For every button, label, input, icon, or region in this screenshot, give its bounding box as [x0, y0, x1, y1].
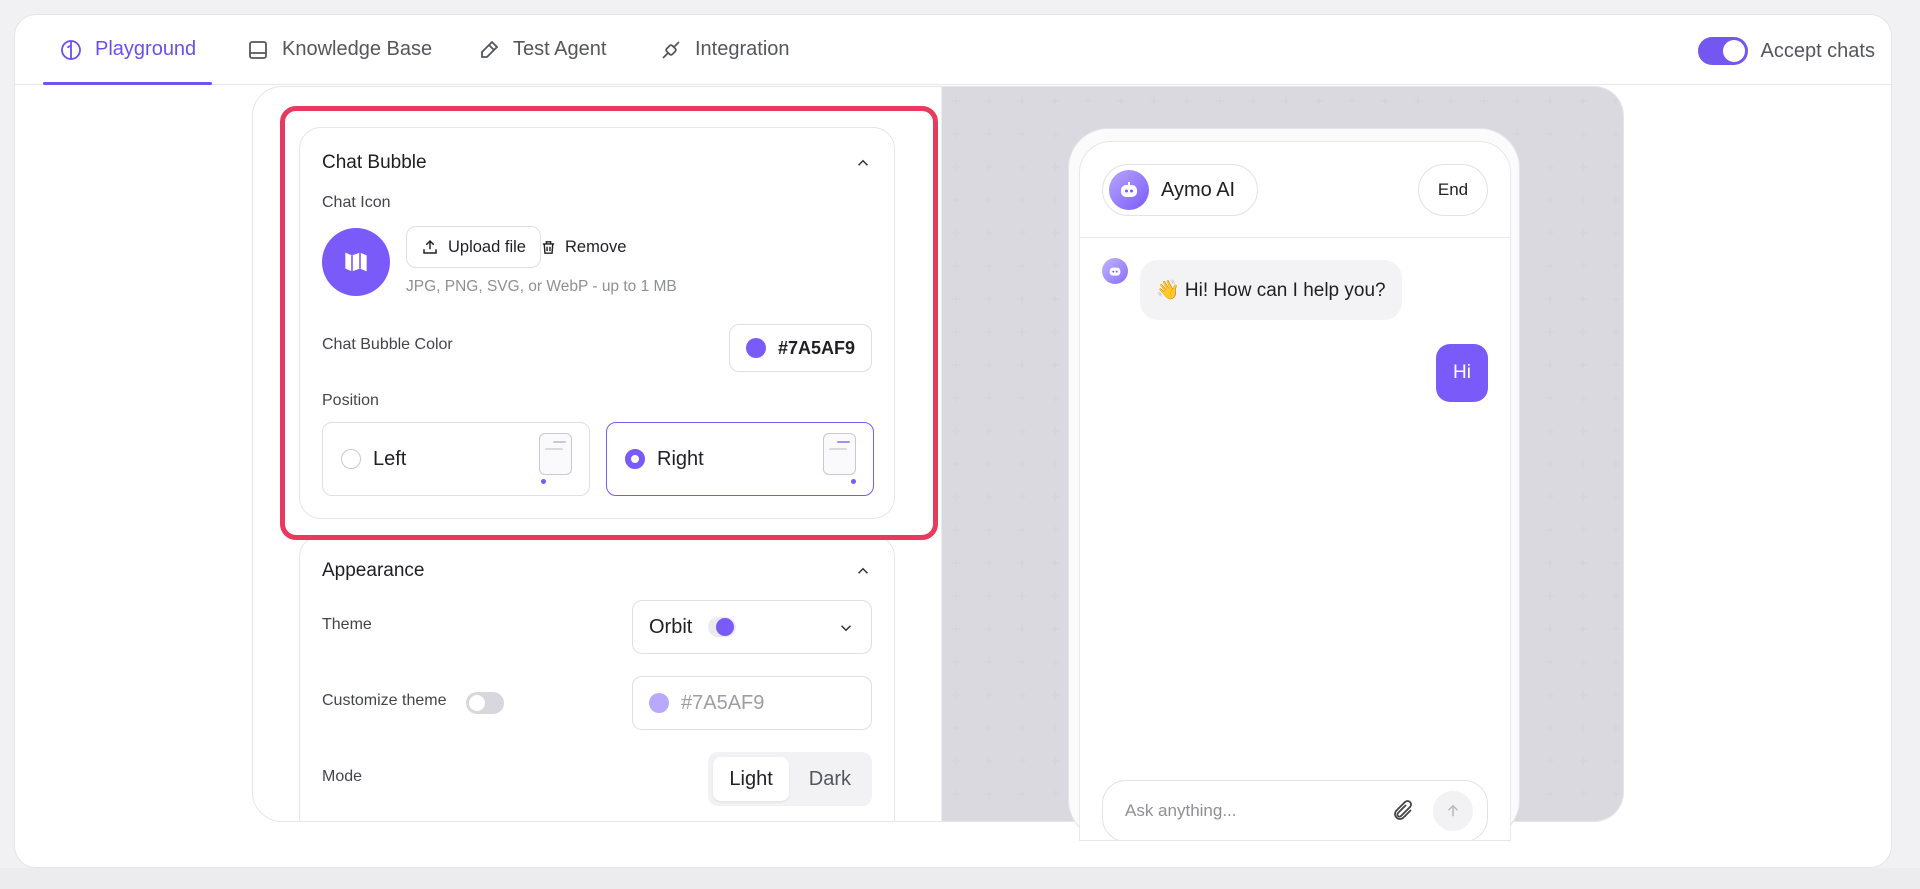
color-swatch [745, 338, 766, 358]
accept-chats-label: Accept chats [1760, 39, 1875, 62]
accept-chats: Accept chats [1698, 37, 1875, 65]
flag-icon [345, 252, 367, 272]
customize-theme-toggle[interactable] [466, 692, 504, 714]
theme-value: Orbit [649, 615, 693, 638]
chat-icon-preview [322, 228, 390, 296]
mode-label: Mode [322, 768, 363, 785]
left-layout-icon [539, 433, 572, 475]
position-right-option[interactable]: Right [606, 422, 874, 496]
chat-header: Aymo AI End [1080, 142, 1510, 238]
position-right-label: Right [657, 447, 704, 470]
settings-panel: Chat Bubble Chat Icon Upload file Remove… [253, 87, 941, 821]
agent-pill: Aymo AI [1102, 164, 1259, 216]
tab-knowledge-base[interactable]: Knowledge Base [246, 15, 432, 84]
paperclip-icon[interactable] [1391, 799, 1415, 823]
phone-preview: Aymo AI End 👋 Hi! How can I help you? Hi… [1068, 128, 1520, 841]
mode-switch: Light Dark [708, 752, 872, 806]
upload-hint: JPG, PNG, SVG, or WebP - up to 1 MB [406, 278, 677, 295]
arrow-up-icon [1447, 804, 1459, 817]
chat-icon-label: Chat Icon [322, 194, 391, 211]
right-dot-icon [851, 479, 856, 484]
mode-light[interactable]: Light [713, 757, 789, 801]
chat-bubble-card: Chat Bubble Chat Icon Upload file Remove… [299, 127, 895, 519]
chat-bubble-color-picker[interactable]: #7A5AF9 [728, 324, 872, 372]
position-left-option[interactable]: Left [322, 422, 590, 496]
tab-label: Integration [695, 38, 790, 60]
theme-color-dot [716, 618, 735, 636]
right-layout-icon [823, 433, 856, 475]
book-icon [249, 40, 267, 59]
chat-bubble-color-label: Chat Bubble Color [322, 336, 453, 353]
eraser-icon [481, 40, 499, 58]
position-left-label: Left [373, 447, 407, 470]
user-message: Hi [1436, 344, 1488, 402]
customize-color-swatch [649, 693, 669, 713]
radio-left[interactable] [341, 449, 361, 469]
remove-button[interactable]: Remove [540, 226, 626, 268]
upload-file-button[interactable]: Upload file [406, 226, 541, 268]
color-hex: #7A5AF9 [777, 337, 855, 358]
composer-placeholder: Ask anything... [1125, 801, 1237, 820]
brain-icon [61, 39, 81, 60]
theme-label: Theme [322, 616, 372, 633]
remove-label: Remove [565, 237, 627, 256]
left-dot-icon [541, 479, 546, 484]
send-button[interactable] [1433, 791, 1473, 831]
end-button[interactable]: End [1418, 164, 1488, 216]
mode-dark[interactable]: Dark [793, 757, 867, 801]
chat-composer[interactable]: Ask anything... [1102, 780, 1488, 840]
card-title: Appearance [322, 560, 425, 581]
card-title: Chat Bubble [322, 152, 427, 173]
tab-test-agent[interactable]: Test Agent [477, 15, 606, 84]
chevron-down-icon [840, 625, 852, 632]
plug-icon [662, 40, 680, 59]
chat-window: Aymo AI End 👋 Hi! How can I help you? Hi… [1079, 141, 1511, 841]
theme-select[interactable]: Orbit [632, 600, 872, 654]
bot-avatar-icon [1109, 170, 1149, 210]
customize-theme-label: Customize theme [322, 692, 447, 709]
customize-color-value: #7A5AF9 [681, 691, 765, 714]
chevron-up-icon[interactable] [854, 562, 872, 580]
theme-color-chip [708, 617, 737, 637]
tab-label: Knowledge Base [282, 38, 433, 60]
bot-message: 👋 Hi! How can I help you? [1140, 260, 1402, 320]
chevron-up-icon[interactable] [854, 154, 872, 172]
tab-label: Playground [95, 38, 197, 60]
upload-file-label: Upload file [448, 237, 526, 256]
tab-playground[interactable]: Playground [42, 15, 213, 85]
customize-color-field[interactable]: #7A5AF9 [632, 676, 872, 730]
trash-icon [542, 240, 555, 254]
tab-label: Test Agent [513, 38, 607, 60]
top-nav: Playground Knowledge Base Test Agent Int… [15, 15, 1891, 85]
appearance-card: Appearance Theme Orbit Customize theme #… [299, 535, 895, 821]
position-label: Position [322, 392, 379, 409]
upload-icon [423, 239, 437, 254]
radio-right[interactable] [625, 449, 645, 469]
accept-chats-toggle[interactable] [1698, 37, 1749, 65]
agent-name: Aymo AI [1161, 178, 1236, 201]
bottom-strip [0, 868, 1920, 889]
bot-message-avatar-icon [1102, 258, 1128, 284]
tab-integration[interactable]: Integration [659, 15, 790, 84]
